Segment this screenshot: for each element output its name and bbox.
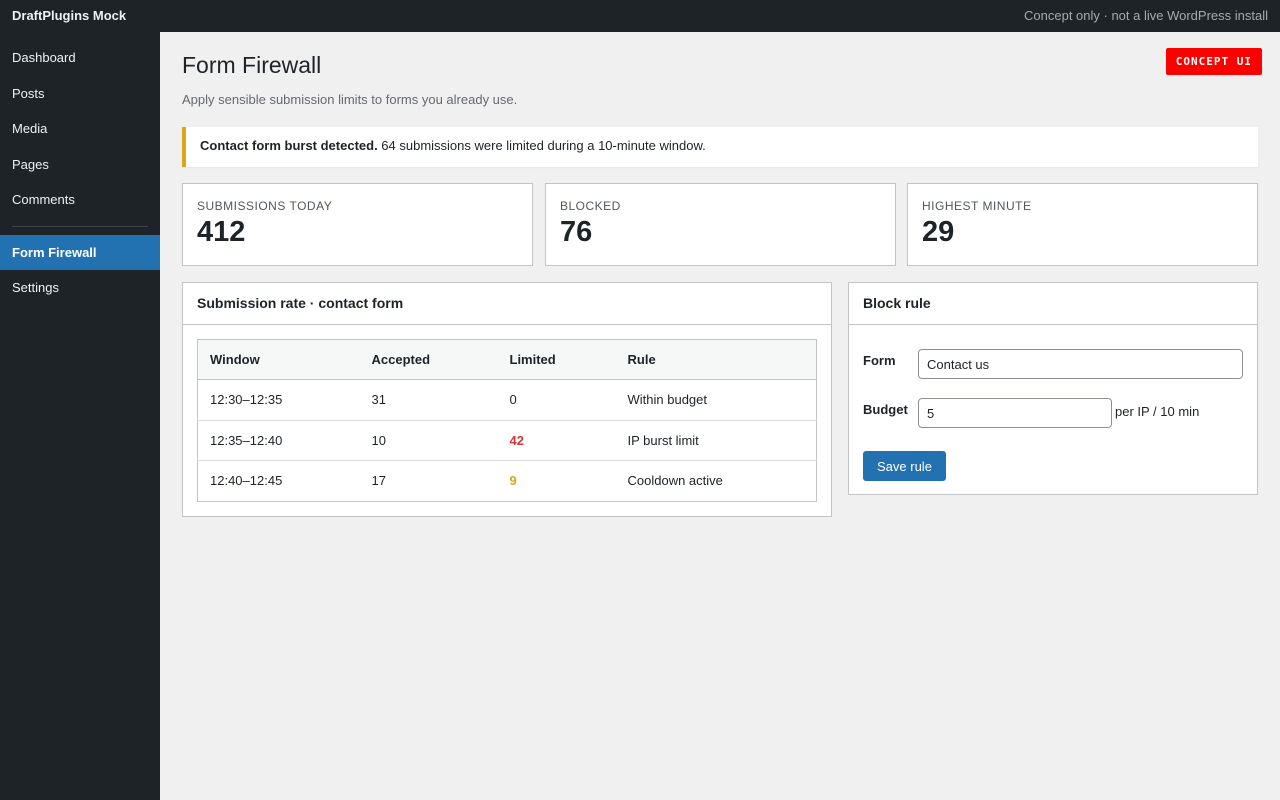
cell-accepted: 31 — [359, 379, 498, 421]
table-row: 12:30–12:35 31 0 Within budget — [197, 379, 817, 421]
stat-label: Submissions today — [197, 199, 333, 213]
budget-field-label: Budget — [863, 402, 908, 417]
stat-label: Blocked — [560, 199, 621, 213]
stat-card-blocked: Blocked 76 — [545, 183, 896, 266]
cell-window: 12:35–12:40 — [197, 420, 360, 461]
notice-headline: Contact form burst detected. — [200, 138, 378, 153]
admin-sidebar: Dashboard Posts Media Pages Comments For… — [0, 32, 160, 800]
cell-accepted: 10 — [359, 420, 498, 461]
cell-rule: IP burst limit — [615, 420, 817, 461]
panel-title: Submission rate · contact form — [183, 283, 831, 325]
budget-suffix: per IP / 10 min — [1115, 404, 1200, 419]
concept-note: Concept only · not a live WordPress inst… — [1024, 8, 1268, 23]
sidebar-item-media[interactable]: Media — [0, 111, 160, 147]
table-row: 12:40–12:45 17 9 Cooldown active — [198, 461, 817, 502]
column-header-accepted: Accepted — [359, 339, 498, 380]
column-header-rule: Rule — [615, 339, 817, 380]
save-rule-button[interactable]: Save rule — [863, 451, 946, 481]
cell-limited: 42 — [497, 420, 616, 461]
stat-label: Highest minute — [922, 199, 1032, 213]
notice-text: 64 submissions were limited during a 10-… — [377, 138, 706, 153]
cell-rule: Within budget — [615, 379, 817, 421]
cell-accepted: 17 — [371, 473, 386, 489]
site-brand[interactable]: DraftPlugins Mock — [12, 8, 126, 23]
table-header-row: Window Accepted Limited Rule — [197, 339, 817, 380]
sidebar-item-posts[interactable]: Posts — [0, 76, 160, 112]
admin-top-bar: DraftPlugins Mock Concept only · not a l… — [0, 0, 1280, 32]
cell-window: 12:40–12:45 — [210, 473, 283, 489]
sidebar-item-settings[interactable]: Settings — [0, 270, 160, 306]
cell-rule: Cooldown active — [627, 473, 723, 489]
sidebar-divider — [12, 225, 148, 227]
cell-limited: 9 — [509, 473, 517, 489]
warning-notice: Contact form burst detected. 64 submissi… — [182, 127, 1258, 167]
stat-card-submissions-today: Submissions today 412 — [182, 183, 533, 266]
stat-value: 29 — [922, 216, 955, 248]
stat-value: 76 — [560, 216, 593, 248]
sidebar-item-comments[interactable]: Comments — [0, 182, 160, 218]
sidebar-item-dashboard[interactable]: Dashboard — [0, 40, 160, 76]
budget-input[interactable] — [918, 398, 1112, 428]
form-select-input[interactable] — [918, 349, 1243, 379]
stat-value: 412 — [197, 216, 246, 248]
submission-rate-table: Window Accepted Limited Rule 12:30–12:35… — [197, 339, 817, 502]
form-field-label: Form — [863, 353, 896, 368]
concept-badge: CONCEPT UI — [1165, 48, 1262, 75]
column-header-window: Window — [197, 339, 360, 380]
cell-limited: 0 — [497, 379, 616, 421]
stat-card-highest-minute: Highest minute 29 — [907, 183, 1258, 266]
page-title: Form Firewall — [182, 52, 322, 78]
sidebar-item-form-firewall[interactable]: Form Firewall — [0, 234, 160, 270]
table-row: 12:35–12:40 10 42 IP burst limit — [197, 420, 817, 461]
column-header-limited: Limited — [497, 339, 616, 380]
cell-window: 12:30–12:35 — [197, 379, 360, 421]
sidebar-item-pages[interactable]: Pages — [0, 147, 160, 183]
submission-rate-panel: Submission rate · contact form Window Ac… — [182, 282, 832, 517]
block-rule-panel: Block rule Form Budget per IP / 10 min S… — [848, 282, 1258, 495]
page-subtitle: Apply sensible submission limits to form… — [182, 92, 518, 107]
panel-title: Block rule — [849, 283, 1257, 325]
main-content: CONCEPT UI Form Firewall Apply sensible … — [160, 32, 1280, 800]
